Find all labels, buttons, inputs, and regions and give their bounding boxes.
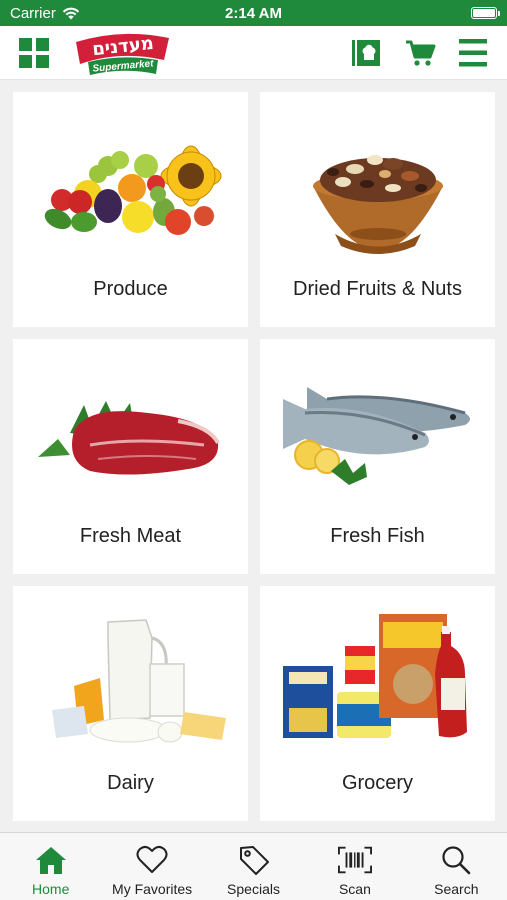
dairy-image (52, 619, 226, 743)
meat-image (38, 401, 220, 475)
status-time: 2:14 AM (225, 4, 282, 22)
category-card-fresh-meat[interactable]: Fresh Meat (13, 339, 248, 574)
store-logo[interactable]: מעדנים Supermarket (72, 30, 172, 78)
search-icon (439, 843, 473, 877)
category-label: Dairy (107, 772, 154, 794)
tab-home[interactable]: Home (0, 833, 101, 900)
tab-scan[interactable]: Scan (304, 833, 405, 900)
category-label: Produce (93, 278, 168, 300)
category-card-fresh-fish[interactable]: Fresh Fish (260, 339, 495, 574)
category-label: Fresh Meat (79, 525, 182, 547)
category-card-dairy[interactable]: Dairy (13, 586, 248, 821)
grid-menu-icon[interactable] (17, 36, 51, 70)
tab-my-favorites[interactable]: My Favorites (101, 833, 202, 900)
tag-icon (237, 843, 271, 877)
tab-label: Search (434, 881, 479, 897)
status-left: Carrier (10, 5, 170, 22)
produce-image (44, 145, 222, 235)
status-bar: Carrier 2:14 AM (0, 0, 507, 26)
category-grid: Produce Dried Fruits & Nuts Fresh Meat F… (13, 92, 495, 821)
wifi-icon (62, 7, 80, 19)
status-right (337, 7, 500, 19)
tab-label: Home (32, 881, 70, 897)
app-header: מעדנים Supermarket (0, 26, 507, 80)
carrier-label: Carrier (10, 4, 56, 22)
tab-label: Specials (227, 881, 280, 897)
tab-label: Scan (338, 881, 371, 897)
nuts-bowl-image (313, 155, 443, 254)
home-icon (34, 843, 68, 877)
heart-icon (135, 843, 169, 877)
category-label: Dried Fruits & Nuts (293, 278, 462, 300)
category-card-grocery[interactable]: Grocery (260, 586, 495, 821)
category-label: Grocery (341, 772, 414, 794)
category-card-dried-fruits-nuts[interactable]: Dried Fruits & Nuts (260, 92, 495, 327)
grocery-image (283, 614, 467, 738)
tab-label: My Favorites (112, 881, 193, 897)
cart-icon[interactable] (403, 36, 437, 70)
battery-icon (471, 7, 500, 19)
tab-search[interactable]: Search (406, 833, 507, 900)
category-card-produce[interactable]: Produce (13, 92, 248, 327)
hamburger-menu-icon[interactable] (456, 36, 490, 70)
tab-specials[interactable]: Specials (203, 833, 304, 900)
fish-image (283, 387, 470, 485)
barcode-icon (337, 843, 372, 877)
chef-book-icon[interactable] (349, 36, 383, 70)
bottom-tab-bar: Home My Favorites Specials Scan Search (0, 832, 507, 900)
category-label: Fresh Fish (330, 525, 425, 547)
